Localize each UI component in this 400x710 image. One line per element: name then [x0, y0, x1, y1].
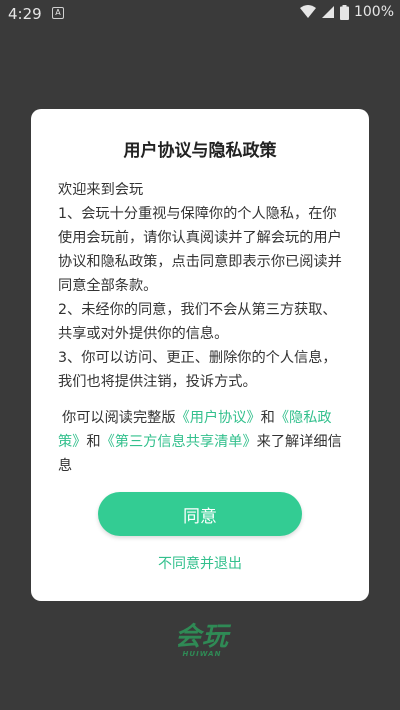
dialog-body: 欢迎来到会玩 1、会玩十分重视与保障你的个人隐私，在你使用会玩前，请你认真阅读并… — [58, 178, 350, 478]
battery-icon — [339, 4, 349, 20]
user-agreement-link[interactable]: 《用户协议》 — [176, 410, 261, 426]
status-time: 4:29 — [8, 5, 42, 23]
cellular-signal-icon — [321, 6, 334, 18]
terms-item-3: 3、你可以访问、更正、删除你的个人信息，我们也将提供注销，投诉方式。 — [58, 350, 337, 390]
third-party-sharing-link[interactable]: 《第三方信息共享清单》 — [101, 434, 257, 450]
greeting-text: 欢迎来到会玩 — [58, 182, 144, 198]
wifi-icon — [299, 5, 316, 18]
links-paragraph: 你可以阅读完整版《用户协议》和《隐私政策》和《第三方信息共享清单》来了解详细信息 — [58, 406, 350, 478]
agree-button[interactable]: 同意 — [98, 492, 302, 536]
status-right-group: 100% — [299, 4, 394, 20]
links-and-1: 和 — [260, 410, 275, 426]
disagree-and-exit-link[interactable]: 不同意并退出 — [31, 553, 369, 573]
battery-percent: 100% — [353, 4, 394, 20]
logo-main-text: 会玩 — [174, 622, 229, 652]
notification-icon: A — [52, 7, 64, 19]
terms-item-2: 2、未经你的同意，我们不会从第三方获取、共享或对外提供你的信息。 — [58, 302, 337, 342]
dialog-title: 用户协议与隐私政策 — [123, 141, 277, 161]
status-bar: 4:29 A 100% — [0, 0, 400, 28]
links-and-2: 和 — [86, 434, 101, 450]
links-prefix: 你可以阅读完整版 — [62, 410, 176, 426]
privacy-dialog: 用户协议与隐私政策 欢迎来到会玩 1、会玩十分重视与保障你的个人隐私，在你使用会… — [31, 109, 369, 601]
app-logo: 会玩 HUIWAN — [166, 622, 238, 664]
terms-item-1: 1、会玩十分重视与保障你的个人隐私，在你使用会玩前，请你认真阅读并了解会玩的用户… — [58, 206, 342, 294]
